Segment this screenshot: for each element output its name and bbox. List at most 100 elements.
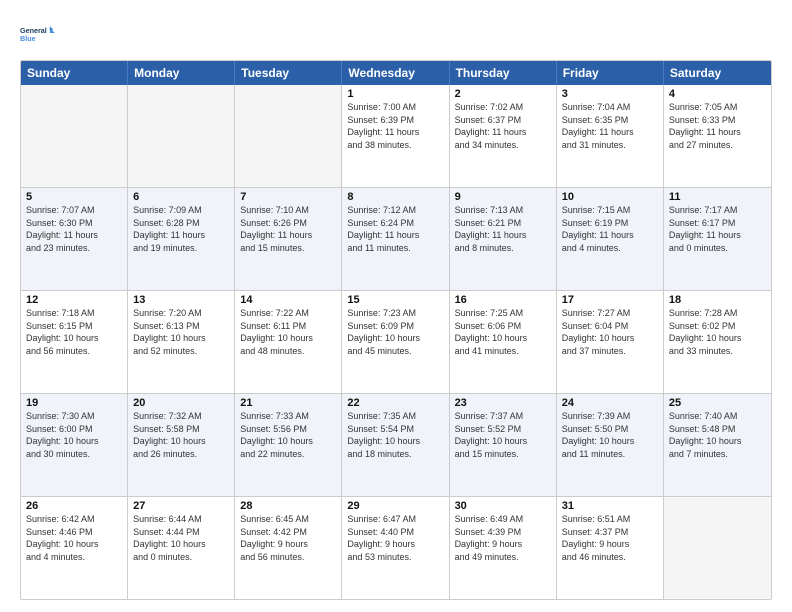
day-number: 5 [26,191,122,203]
svg-text:Blue: Blue [20,34,36,43]
day-number: 2 [455,88,551,100]
day-info: Sunrise: 6:47 AM Sunset: 4:40 PM Dayligh… [347,513,443,563]
day-info: Sunrise: 7:13 AM Sunset: 6:21 PM Dayligh… [455,204,551,254]
weekday-header: Monday [128,61,235,85]
calendar-day: 20Sunrise: 7:32 AM Sunset: 5:58 PM Dayli… [128,394,235,496]
calendar-day: 16Sunrise: 7:25 AM Sunset: 6:06 PM Dayli… [450,291,557,393]
calendar-day: 5Sunrise: 7:07 AM Sunset: 6:30 PM Daylig… [21,188,128,290]
day-info: Sunrise: 7:17 AM Sunset: 6:17 PM Dayligh… [669,204,766,254]
weekday-header: Friday [557,61,664,85]
day-number: 20 [133,397,229,409]
day-info: Sunrise: 6:44 AM Sunset: 4:44 PM Dayligh… [133,513,229,563]
day-info: Sunrise: 7:23 AM Sunset: 6:09 PM Dayligh… [347,307,443,357]
day-number: 9 [455,191,551,203]
weekday-header: Sunday [21,61,128,85]
day-info: Sunrise: 7:39 AM Sunset: 5:50 PM Dayligh… [562,410,658,460]
logo-svg: General Blue [20,16,56,52]
calendar-day: 26Sunrise: 6:42 AM Sunset: 4:46 PM Dayli… [21,497,128,599]
day-info: Sunrise: 6:45 AM Sunset: 4:42 PM Dayligh… [240,513,336,563]
calendar-day: 10Sunrise: 7:15 AM Sunset: 6:19 PM Dayli… [557,188,664,290]
day-number: 27 [133,500,229,512]
day-number: 26 [26,500,122,512]
calendar-day: 6Sunrise: 7:09 AM Sunset: 6:28 PM Daylig… [128,188,235,290]
calendar-day: 22Sunrise: 7:35 AM Sunset: 5:54 PM Dayli… [342,394,449,496]
calendar-header: SundayMondayTuesdayWednesdayThursdayFrid… [21,61,771,85]
calendar-day: 2Sunrise: 7:02 AM Sunset: 6:37 PM Daylig… [450,85,557,187]
calendar-day: 29Sunrise: 6:47 AM Sunset: 4:40 PM Dayli… [342,497,449,599]
day-info: Sunrise: 7:04 AM Sunset: 6:35 PM Dayligh… [562,101,658,151]
day-number: 31 [562,500,658,512]
weekday-header: Thursday [450,61,557,85]
day-number: 13 [133,294,229,306]
day-number: 8 [347,191,443,203]
calendar-day: 12Sunrise: 7:18 AM Sunset: 6:15 PM Dayli… [21,291,128,393]
calendar-day: 19Sunrise: 7:30 AM Sunset: 6:00 PM Dayli… [21,394,128,496]
day-number: 10 [562,191,658,203]
calendar-day: 8Sunrise: 7:12 AM Sunset: 6:24 PM Daylig… [342,188,449,290]
calendar-day: 13Sunrise: 7:20 AM Sunset: 6:13 PM Dayli… [128,291,235,393]
day-info: Sunrise: 7:05 AM Sunset: 6:33 PM Dayligh… [669,101,766,151]
day-info: Sunrise: 7:32 AM Sunset: 5:58 PM Dayligh… [133,410,229,460]
calendar-empty-cell [235,85,342,187]
day-number: 22 [347,397,443,409]
day-number: 17 [562,294,658,306]
day-info: Sunrise: 7:35 AM Sunset: 5:54 PM Dayligh… [347,410,443,460]
day-info: Sunrise: 7:30 AM Sunset: 6:00 PM Dayligh… [26,410,122,460]
calendar-day: 27Sunrise: 6:44 AM Sunset: 4:44 PM Dayli… [128,497,235,599]
calendar-page: General Blue SundayMondayTuesdayWednesda… [0,0,792,612]
day-number: 14 [240,294,336,306]
day-info: Sunrise: 7:02 AM Sunset: 6:37 PM Dayligh… [455,101,551,151]
day-info: Sunrise: 7:12 AM Sunset: 6:24 PM Dayligh… [347,204,443,254]
day-number: 24 [562,397,658,409]
day-number: 4 [669,88,766,100]
weekday-header: Tuesday [235,61,342,85]
day-info: Sunrise: 7:09 AM Sunset: 6:28 PM Dayligh… [133,204,229,254]
day-number: 3 [562,88,658,100]
calendar-day: 31Sunrise: 6:51 AM Sunset: 4:37 PM Dayli… [557,497,664,599]
calendar-empty-cell [664,497,771,599]
calendar-day: 1Sunrise: 7:00 AM Sunset: 6:39 PM Daylig… [342,85,449,187]
calendar-week: 12Sunrise: 7:18 AM Sunset: 6:15 PM Dayli… [21,291,771,394]
day-number: 1 [347,88,443,100]
day-number: 23 [455,397,551,409]
day-info: Sunrise: 7:07 AM Sunset: 6:30 PM Dayligh… [26,204,122,254]
day-number: 19 [26,397,122,409]
calendar-week: 26Sunrise: 6:42 AM Sunset: 4:46 PM Dayli… [21,497,771,599]
calendar-day: 18Sunrise: 7:28 AM Sunset: 6:02 PM Dayli… [664,291,771,393]
calendar-day: 28Sunrise: 6:45 AM Sunset: 4:42 PM Dayli… [235,497,342,599]
day-number: 18 [669,294,766,306]
day-number: 29 [347,500,443,512]
page-header: General Blue [20,16,772,52]
day-info: Sunrise: 6:42 AM Sunset: 4:46 PM Dayligh… [26,513,122,563]
calendar-day: 4Sunrise: 7:05 AM Sunset: 6:33 PM Daylig… [664,85,771,187]
day-number: 30 [455,500,551,512]
day-info: Sunrise: 7:00 AM Sunset: 6:39 PM Dayligh… [347,101,443,151]
weekday-header: Saturday [664,61,771,85]
day-number: 16 [455,294,551,306]
calendar-day: 15Sunrise: 7:23 AM Sunset: 6:09 PM Dayli… [342,291,449,393]
day-info: Sunrise: 7:37 AM Sunset: 5:52 PM Dayligh… [455,410,551,460]
svg-text:General: General [20,26,47,35]
calendar-day: 24Sunrise: 7:39 AM Sunset: 5:50 PM Dayli… [557,394,664,496]
day-number: 15 [347,294,443,306]
day-info: Sunrise: 7:22 AM Sunset: 6:11 PM Dayligh… [240,307,336,357]
day-info: Sunrise: 7:10 AM Sunset: 6:26 PM Dayligh… [240,204,336,254]
calendar-day: 3Sunrise: 7:04 AM Sunset: 6:35 PM Daylig… [557,85,664,187]
calendar-day: 23Sunrise: 7:37 AM Sunset: 5:52 PM Dayli… [450,394,557,496]
weekday-header: Wednesday [342,61,449,85]
calendar-week: 5Sunrise: 7:07 AM Sunset: 6:30 PM Daylig… [21,188,771,291]
calendar-week: 19Sunrise: 7:30 AM Sunset: 6:00 PM Dayli… [21,394,771,497]
day-info: Sunrise: 7:18 AM Sunset: 6:15 PM Dayligh… [26,307,122,357]
calendar-day: 7Sunrise: 7:10 AM Sunset: 6:26 PM Daylig… [235,188,342,290]
day-info: Sunrise: 7:20 AM Sunset: 6:13 PM Dayligh… [133,307,229,357]
day-number: 12 [26,294,122,306]
calendar-day: 14Sunrise: 7:22 AM Sunset: 6:11 PM Dayli… [235,291,342,393]
calendar-day: 30Sunrise: 6:49 AM Sunset: 4:39 PM Dayli… [450,497,557,599]
day-info: Sunrise: 7:33 AM Sunset: 5:56 PM Dayligh… [240,410,336,460]
logo: General Blue [20,16,56,52]
calendar-day: 17Sunrise: 7:27 AM Sunset: 6:04 PM Dayli… [557,291,664,393]
calendar: SundayMondayTuesdayWednesdayThursdayFrid… [20,60,772,600]
calendar-day: 11Sunrise: 7:17 AM Sunset: 6:17 PM Dayli… [664,188,771,290]
calendar-empty-cell [128,85,235,187]
day-number: 21 [240,397,336,409]
